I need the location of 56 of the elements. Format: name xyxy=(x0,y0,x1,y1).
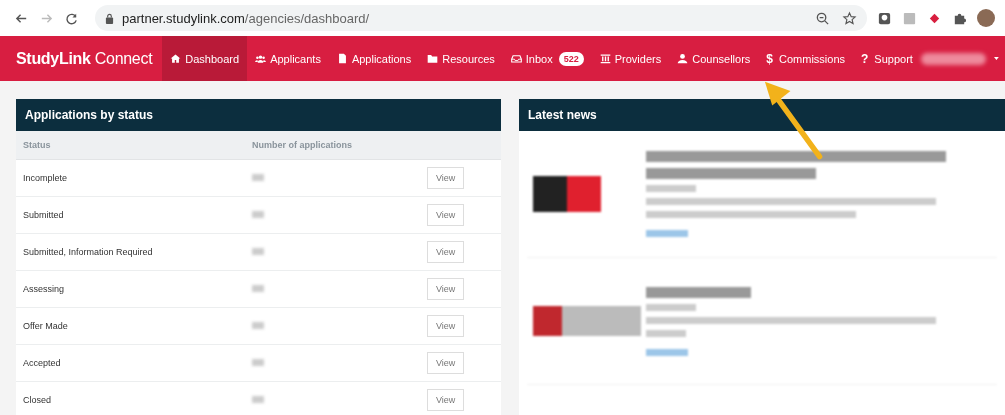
address-bar[interactable]: partner.studylink.com/agencies/dashboard/ xyxy=(95,5,867,31)
table-cell-text: Submitted xyxy=(22,210,65,220)
view-button[interactable]: View xyxy=(427,352,465,374)
blurred-number xyxy=(252,359,264,366)
view-button[interactable]: View xyxy=(427,278,465,300)
view-button[interactable]: View xyxy=(427,204,465,226)
blurred-number xyxy=(252,248,264,255)
avatar[interactable] xyxy=(977,9,995,27)
table-cell-text: Accepted xyxy=(22,358,62,368)
home-icon xyxy=(170,53,182,64)
lock-icon xyxy=(105,12,114,24)
count-badge: 522 xyxy=(558,51,584,66)
nav-item[interactable]: $ Commissions xyxy=(758,36,853,81)
nav-item[interactable]: ? Support xyxy=(853,36,921,81)
glyph-icon: $ xyxy=(766,51,773,66)
table-cell-text: Closed xyxy=(22,395,52,405)
panel-header: Latest news xyxy=(519,99,1005,131)
view-button[interactable]: View xyxy=(427,389,465,411)
nav-item[interactable]: Providers xyxy=(591,36,670,81)
person-icon xyxy=(677,53,689,64)
logo[interactable]: StudyLink Connect xyxy=(6,36,163,81)
blurred-number xyxy=(252,211,264,218)
blurred-date xyxy=(646,185,696,192)
view-button[interactable]: View xyxy=(427,315,465,337)
table-cell-text: Incomplete xyxy=(22,173,69,183)
inbox-icon xyxy=(510,53,522,64)
star-icon[interactable] xyxy=(842,10,857,26)
folder-icon xyxy=(427,53,439,64)
table-cell-text: Assessing xyxy=(22,284,66,294)
blurred-text xyxy=(646,329,686,337)
zoom-icon[interactable] xyxy=(815,10,830,26)
file-icon xyxy=(336,53,348,64)
table-cell-text: Offer Made xyxy=(22,321,69,331)
table-cell-text: Submitted, Information Required xyxy=(22,247,154,257)
nav-item[interactable]: Resources xyxy=(419,36,503,81)
column-header: Number of applications xyxy=(252,140,353,150)
people-icon xyxy=(255,53,267,64)
extension-icon[interactable] xyxy=(877,10,892,26)
blurred-number xyxy=(252,285,264,292)
nav-item[interactable]: Applicants xyxy=(247,36,329,81)
bank-icon xyxy=(599,53,611,64)
blurred-number xyxy=(252,174,264,181)
panel-header: Applications by status xyxy=(16,99,501,131)
blurred-number xyxy=(252,396,264,403)
nav-item[interactable]: Dashboard xyxy=(162,36,248,81)
nav-item[interactable]: Counsellors xyxy=(669,36,759,81)
blurred-date xyxy=(646,303,696,311)
blurred-number xyxy=(252,322,264,329)
caret-icon[interactable] xyxy=(994,56,999,61)
view-button[interactable]: View xyxy=(427,167,465,189)
glyph-icon: ? xyxy=(861,51,869,66)
column-header: Status xyxy=(22,140,52,150)
nav-item[interactable]: Inbox 522 xyxy=(502,36,592,81)
nav-item[interactable]: Applications xyxy=(328,36,420,81)
view-button[interactable]: View xyxy=(427,241,465,263)
image-placeholder xyxy=(533,176,601,212)
